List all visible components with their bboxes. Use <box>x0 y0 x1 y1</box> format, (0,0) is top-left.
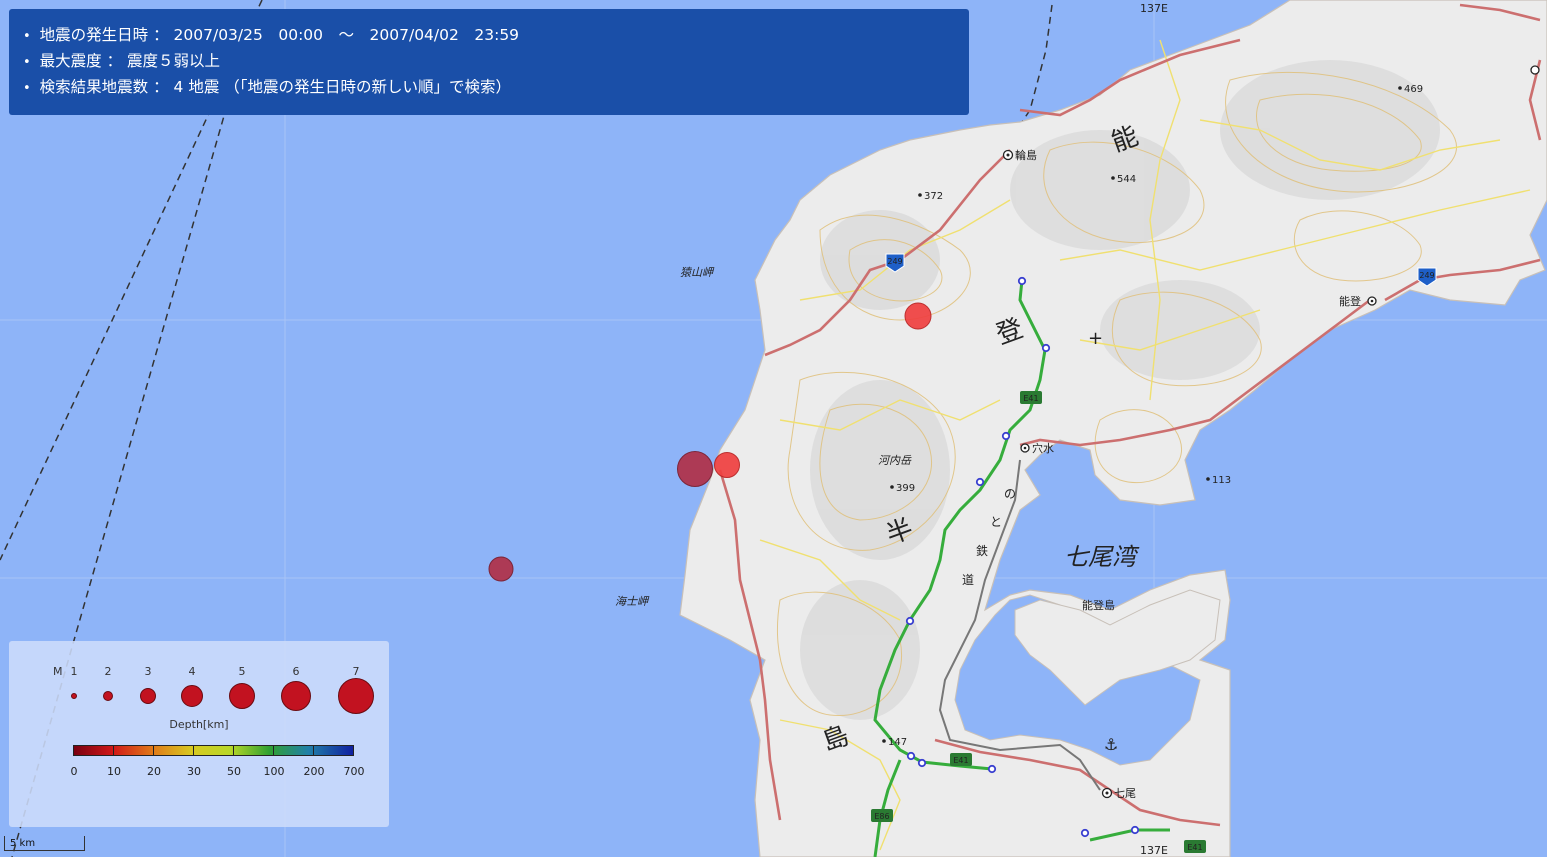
search-info-panel: 地震の発生日時 ： 2007/03/25 00:00 ～ 2007/04/02 … <box>9 9 969 115</box>
legend-magnitude-dot-4 <box>181 685 203 707</box>
elevation-label-399: 399 <box>896 483 915 494</box>
scale-bar: 5 km <box>4 836 85 851</box>
place-label-amami-cape: 海士岬 <box>615 595 650 608</box>
route-label-e86: E86 <box>874 812 889 821</box>
legend-magnitude-dot-2 <box>103 691 113 701</box>
map-legend: M 1 2 3 4 5 6 7 Depth[km] 0 10 20 30 50 … <box>9 641 389 827</box>
legend-tickmark <box>273 746 274 755</box>
route-label-e41-b: E41 <box>953 756 968 765</box>
legend-tickmark <box>313 746 314 755</box>
legend-depth-tick-30: 30 <box>187 765 201 778</box>
legend-tickmark <box>113 746 114 755</box>
earthquake-marker[interactable] <box>488 556 514 582</box>
place-label-wajima: 輪島 <box>1015 148 1037 162</box>
legend-magnitude-5: 5 <box>238 665 246 678</box>
anchor-icon: ⚓ <box>1104 735 1118 754</box>
meridian-label-top: 137E <box>1140 2 1168 15</box>
legend-depth-tick-50: 50 <box>227 765 241 778</box>
place-label-nanao-bay: 七尾湾 <box>1064 543 1140 571</box>
legend-tickmark <box>153 746 154 755</box>
legend-magnitude-1: 1 <box>70 665 78 678</box>
elevation-label-544: 544 <box>1117 174 1136 185</box>
legend-tickmark <box>233 746 234 755</box>
route-shield-249-a-label: 249 <box>887 257 902 266</box>
legend-magnitude-6: 6 <box>292 665 300 678</box>
legend-depth-tick-20: 20 <box>147 765 161 778</box>
legend-tickmark <box>193 746 194 755</box>
legend-depth-tick-700: 700 <box>343 765 365 778</box>
legend-depth-tick-100: 100 <box>263 765 285 778</box>
legend-depth-tick-200: 200 <box>303 765 325 778</box>
legend-depth-tick-10: 10 <box>107 765 121 778</box>
railway-label-2: と <box>990 515 1002 529</box>
place-label-nanao: 七尾 <box>1114 787 1136 800</box>
legend-magnitude-3: 3 <box>144 665 152 678</box>
place-label-noto: 能登 <box>1339 294 1361 308</box>
earthquake-marker[interactable] <box>714 452 740 478</box>
place-label-anamizu: 穴水 <box>1032 441 1054 455</box>
legend-magnitude-dot-7 <box>338 678 374 714</box>
legend-magnitude-label: M <box>53 665 63 678</box>
elevation-label-469: 469 <box>1404 84 1423 95</box>
route-label-e41-c: E41 <box>1187 843 1202 852</box>
route-shield-249-b-label: 249 <box>1419 271 1434 280</box>
earthquake-marker[interactable] <box>677 451 713 487</box>
railway-label-3: 鉄 <box>976 543 988 558</box>
legend-depth-title: Depth[km] <box>169 718 229 731</box>
elevation-label-113: 113 <box>1212 475 1231 486</box>
legend-magnitude-4: 4 <box>188 665 196 678</box>
legend-magnitude-dot-6 <box>281 681 311 711</box>
legend-magnitude-2: 2 <box>104 665 112 678</box>
map-symbol-plus: + <box>1088 328 1103 349</box>
result-count-text: 検索結果地震数 ： 4 地震 （「地震の発生日時の新しい順」で検索） <box>23 75 969 101</box>
meridian-label-bottom: 137E <box>1140 844 1168 857</box>
place-label-kouchidake: 河内岳 <box>878 454 912 467</box>
place-label-sarayama-cape: 猿山岬 <box>680 266 715 279</box>
legend-depth-tick-0: 0 <box>70 765 78 778</box>
search-period-text: 地震の発生日時 ： 2007/03/25 00:00 ～ 2007/04/02 … <box>23 23 969 49</box>
place-label-notojima: 能登島 <box>1082 598 1115 612</box>
elevation-label-147: 147 <box>888 737 907 748</box>
legend-magnitude-dot-3 <box>140 688 156 704</box>
max-intensity-text: 最大震度 ： 震度５弱以上 <box>23 49 969 75</box>
elevation-label-372: 372 <box>924 191 943 202</box>
search-info-list: 地震の発生日時 ： 2007/03/25 00:00 ～ 2007/04/02 … <box>23 23 969 101</box>
railway-label-1: の <box>1004 487 1016 501</box>
railway-label-4: 道 <box>962 573 974 587</box>
legend-depth-colorbar <box>73 745 354 756</box>
legend-magnitude-dot-1 <box>71 693 77 699</box>
legend-magnitude-7: 7 <box>352 665 360 678</box>
legend-magnitude-dot-5 <box>229 683 255 709</box>
earthquake-marker[interactable] <box>904 302 932 330</box>
route-label-e41-a: E41 <box>1023 394 1038 403</box>
